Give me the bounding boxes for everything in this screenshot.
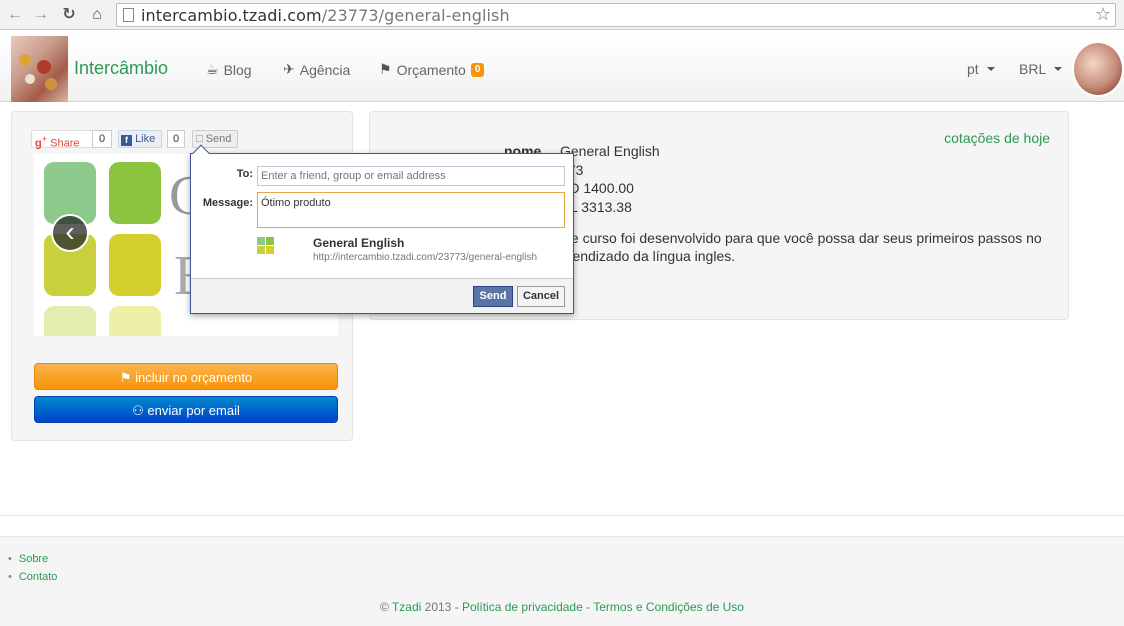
flag-icon: ⚑: [379, 61, 392, 77]
message-label: Message:: [202, 197, 253, 209]
send-email-button[interactable]: ⚇ enviar por email: [34, 396, 338, 423]
message-textarea[interactable]: [257, 192, 565, 228]
link-preview-url: http://intercambio.tzadi.com/23773/gener…: [313, 252, 538, 263]
browser-toolbar: ← → ↻ ⌂ intercambio.tzadi.com/23773/gene…: [0, 0, 1124, 30]
site-footer: Sobre Contato © Tzadi 2013 - Política de…: [0, 536, 1124, 626]
dialog-footer: Send Cancel: [191, 278, 573, 313]
language-dropdown[interactable]: pt: [967, 61, 995, 77]
orcamento-badge: 0: [470, 62, 485, 77]
link-preview-title: General English: [313, 236, 405, 250]
currency-dropdown[interactable]: BRL: [1019, 61, 1063, 77]
logo-tile: [109, 234, 161, 296]
facebook-icon: f: [121, 135, 132, 146]
chevron-down-icon: [1054, 67, 1063, 71]
nav-orcamento[interactable]: ⚑ Orçamento 0: [379, 61, 485, 78]
fb-like-count: 0: [167, 130, 185, 148]
privacy-link[interactable]: Política de privacidade: [462, 600, 583, 614]
link-preview-thumbnail: [257, 237, 305, 261]
nav-blog[interactable]: ☕ Blog: [206, 61, 252, 78]
to-label: To:: [236, 168, 253, 180]
footer-links: Sobre Contato: [8, 553, 58, 589]
logo-tile: [109, 162, 161, 224]
avatar[interactable]: [1072, 41, 1124, 97]
currency-label: BRL: [1019, 61, 1047, 77]
description-line-2: prendizado da língua ingles.: [560, 248, 736, 264]
cotacoes-link[interactable]: cotações de hoje: [944, 130, 1050, 146]
fb-like-button[interactable]: f Like: [118, 130, 162, 148]
send-button[interactable]: Send: [473, 286, 513, 307]
reload-icon[interactable]: ↻: [58, 4, 80, 26]
back-arrow-icon[interactable]: ←: [4, 4, 26, 26]
bookmark-star-icon[interactable]: ☆: [1095, 4, 1111, 25]
carousel-prev-icon[interactable]: ‹: [51, 214, 89, 252]
page-icon: [123, 8, 134, 22]
chevron-down-icon: [986, 67, 995, 71]
logo-tile: [109, 306, 161, 336]
address-bar[interactable]: intercambio.tzadi.com/23773/general-engl…: [116, 3, 1116, 27]
plane-icon: ✈: [283, 61, 295, 77]
terms-link[interactable]: Termos e Condições de Uso: [593, 600, 744, 614]
footer-link-sobre[interactable]: Sobre: [8, 553, 57, 565]
nav-agencia[interactable]: ✈ Agência: [283, 61, 350, 78]
add-to-quote-button[interactable]: ⚑ incluir no orçamento: [34, 363, 338, 390]
forward-arrow-icon[interactable]: →: [30, 4, 52, 26]
description-line-1: ste curso foi desenvolvido para que você…: [560, 230, 1042, 246]
users-icon: ⚇: [132, 403, 144, 418]
site-navbar: Intercâmbio ☕ Blog ✈ Agência ⚑ Orçamento…: [0, 36, 1124, 102]
home-icon[interactable]: ⌂: [86, 4, 108, 26]
footer-divider: [0, 515, 1124, 516]
company-link[interactable]: Tzadi: [392, 600, 421, 614]
nav-orcamento-label: Orçamento: [396, 61, 466, 78]
gplus-count: 0: [92, 130, 112, 148]
language-label: pt: [967, 61, 979, 77]
logo-tile: [44, 306, 96, 336]
flag-icon: ⚑: [119, 370, 132, 385]
footer-link-contato[interactable]: Contato: [8, 571, 58, 583]
nome-value: General English: [560, 143, 660, 159]
nav-blog-label: Blog: [223, 61, 252, 78]
speech-bubble-icon: □: [196, 133, 203, 145]
cancel-button[interactable]: Cancel: [517, 286, 565, 307]
brand-name[interactable]: Intercâmbio: [74, 58, 168, 79]
recipient-input[interactable]: [257, 166, 565, 186]
gplus-share-button[interactable]: g+ Share: [31, 130, 97, 150]
logo-image[interactable]: [11, 36, 68, 102]
coffee-icon: ☕: [206, 61, 219, 77]
fb-send-dialog: To: Message: General English http://inte…: [190, 144, 574, 314]
copyright: © Tzadi 2013 - Política de privacidade -…: [380, 600, 744, 614]
address-url: intercambio.tzadi.com/23773/general-engl…: [141, 6, 510, 25]
nav-agencia-label: Agência: [299, 61, 351, 78]
